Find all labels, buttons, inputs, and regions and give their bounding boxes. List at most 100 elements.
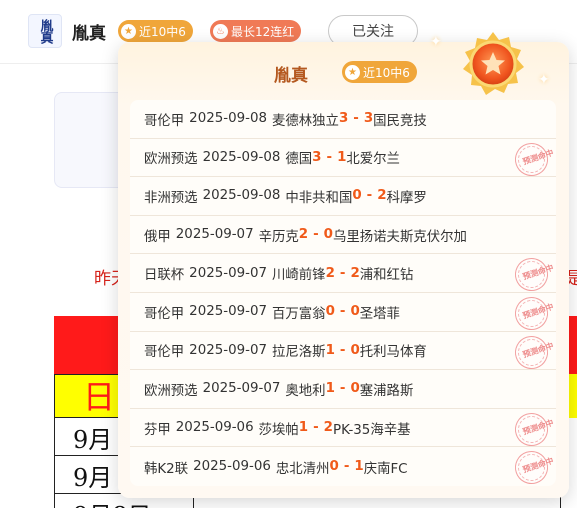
- match-row[interactable]: 日联杯 2025-09-07 川崎前锋 2-2 浦和红钻 预测命中: [130, 254, 556, 296]
- match-away-score: 2: [350, 265, 360, 281]
- prediction-hit-stamp-icon: 预测命中: [510, 254, 555, 296]
- match-date: 2025-09-08: [202, 149, 281, 165]
- background-table-cell: 9月: [73, 464, 113, 492]
- stamp-text: 预测命中: [521, 147, 555, 167]
- match-away-team: 乌里扬诺夫斯克伏尔加: [333, 229, 467, 245]
- match-away-team: 科摩罗: [386, 190, 427, 206]
- match-score-separator: -: [353, 111, 359, 127]
- match-away-score: 0: [323, 227, 333, 243]
- popup-title: 胤真: [274, 66, 308, 86]
- stamp-text: 预测命中: [521, 417, 555, 437]
- star-icon: ★: [345, 64, 360, 80]
- streak-badge[interactable]: ♨ 最长12连红: [210, 20, 302, 42]
- match-home-team: 拉尼洛斯: [272, 345, 326, 361]
- match-away-team: 浦和红钻: [359, 268, 414, 284]
- match-league: 韩K2联: [144, 461, 189, 477]
- recent-record-badge[interactable]: ★ 近10中6: [118, 20, 193, 42]
- streak-label: 最长12连红: [231, 24, 295, 39]
- avatar[interactable]: 胤真: [28, 14, 62, 48]
- avatar-text: 胤真: [37, 19, 53, 43]
- popup-record-badge: ★ 近10中6: [342, 61, 417, 83]
- medal-icon: [463, 32, 524, 95]
- sparkle-icon: ✦: [430, 34, 442, 50]
- match-date: 2025-09-07: [175, 227, 254, 243]
- match-date: 2025-09-07: [189, 304, 267, 320]
- match-score-separator: -: [339, 342, 346, 358]
- stamp-text: 预测命中: [521, 302, 555, 321]
- background-table-header-char: 日: [83, 378, 116, 416]
- match-row[interactable]: 哥伦甲 2025-09-08 麦德林独立 3-3 国民竞技: [130, 100, 556, 139]
- match-away-score: 2: [323, 420, 333, 436]
- match-home-score: 0: [325, 304, 335, 320]
- match-league: 非洲预选: [144, 190, 198, 206]
- flame-icon: ♨: [213, 23, 228, 39]
- match-date: 2025-09-08: [189, 111, 267, 127]
- match-row[interactable]: 芬甲 2025-09-06 莎埃帕 1-2 PK-35海辛基 预测命中: [130, 408, 556, 451]
- match-away-team: 托利马体育: [359, 345, 427, 361]
- prediction-hit-stamp-icon: 预测命中: [510, 331, 555, 373]
- match-date: 2025-09-06: [175, 420, 254, 436]
- match-home-score: 0: [329, 459, 339, 475]
- match-score-separator: -: [339, 265, 346, 281]
- match-home-score: 3: [312, 149, 322, 165]
- match-row[interactable]: 欧洲预选 2025-09-07 奥地利 1-0 塞浦路斯: [130, 370, 556, 409]
- match-score-separator: -: [343, 459, 350, 475]
- stamp-text: 预测命中: [521, 263, 555, 282]
- match-home-score: 2: [298, 227, 309, 243]
- match-row[interactable]: 哥伦甲 2025-09-07 百万富翁 0-0 圣塔菲 预测命中: [130, 292, 556, 335]
- match-date: 2025-09-07: [202, 381, 281, 397]
- match-league: 哥伦甲: [144, 113, 185, 129]
- match-score-separator: -: [339, 381, 346, 397]
- sparkle-icon: ✦: [538, 72, 550, 88]
- author-name[interactable]: 胤真: [72, 19, 106, 44]
- match-league: 芬甲: [144, 422, 171, 438]
- match-home-team: 忠北清州: [275, 461, 330, 477]
- match-league: 哥伦甲: [144, 306, 185, 322]
- match-league: 俄甲: [144, 229, 171, 245]
- match-away-score: 0: [350, 381, 360, 397]
- match-home-team: 奥地利: [285, 383, 326, 399]
- match-home-score: 0: [352, 188, 362, 204]
- match-score-separator: -: [313, 420, 319, 436]
- match-row[interactable]: 俄甲 2025-09-07 辛历克 2-0 乌里扬诺夫斯克伏尔加: [130, 216, 556, 255]
- prediction-hit-stamp-icon: 预测命中: [510, 138, 555, 180]
- match-league: 欧洲预选: [144, 383, 198, 399]
- match-row[interactable]: 哥伦甲 2025-09-07 拉尼洛斯 1-0 托利马体育 预测命中: [130, 331, 556, 373]
- match-date: 2025-09-06: [193, 459, 271, 475]
- match-away-score: 1: [354, 459, 364, 475]
- match-home-score: 3: [338, 111, 349, 127]
- match-date: 2025-09-07: [189, 342, 267, 358]
- match-home-team: 辛历克: [258, 229, 299, 245]
- match-date: 2025-09-08: [202, 188, 281, 204]
- match-row[interactable]: 欧洲预选 2025-09-08 德国 3-1 北爱尔兰 预测命中: [130, 138, 556, 180]
- match-score-separator: -: [339, 304, 346, 320]
- recent-record-label: 近10中6: [139, 24, 186, 39]
- match-row[interactable]: 非洲预选 2025-09-08 中非共和国 0-2 科摩罗: [130, 177, 556, 216]
- match-home-score: 1: [298, 420, 309, 436]
- match-home-team: 百万富翁: [272, 306, 326, 322]
- prediction-hit-stamp-icon: 预测命中: [510, 292, 555, 335]
- prediction-hit-stamp-icon: 预测命中: [510, 447, 555, 486]
- match-home-score: 1: [325, 342, 335, 358]
- match-away-team: 圣塔菲: [359, 306, 400, 322]
- match-league: 欧洲预选: [144, 152, 198, 168]
- match-row[interactable]: 韩K2联 2025-09-06 忠北清州 0-1 庆南FC 预测命中: [130, 447, 556, 486]
- match-home-team: 麦德林独立: [272, 113, 339, 129]
- match-away-team: 北爱尔兰: [346, 152, 400, 168]
- match-away-score: 0: [350, 304, 360, 320]
- match-score-separator: -: [366, 188, 373, 204]
- match-date: 2025-09-07: [189, 265, 267, 281]
- match-away-team: 国民竞技: [373, 113, 427, 129]
- match-home-score: 2: [325, 265, 335, 281]
- popup-record-label: 近10中6: [363, 65, 410, 80]
- stamp-text: 预测命中: [521, 456, 555, 475]
- match-league: 哥伦甲: [144, 345, 185, 361]
- match-list: 哥伦甲 2025-09-08 麦德林独立 3-3 国民竞技 欧洲预选 2025-09-08 德…: [130, 100, 556, 486]
- match-home-score: 1: [325, 381, 335, 397]
- match-away-score: 2: [377, 188, 387, 204]
- match-away-team: 塞浦路斯: [359, 383, 414, 399]
- background-table-cell: 9月: [73, 426, 113, 454]
- prediction-hit-stamp-icon: 预测命中: [510, 408, 555, 451]
- match-league: 日联杯: [144, 268, 185, 284]
- match-home-team: 中非共和国: [285, 190, 353, 206]
